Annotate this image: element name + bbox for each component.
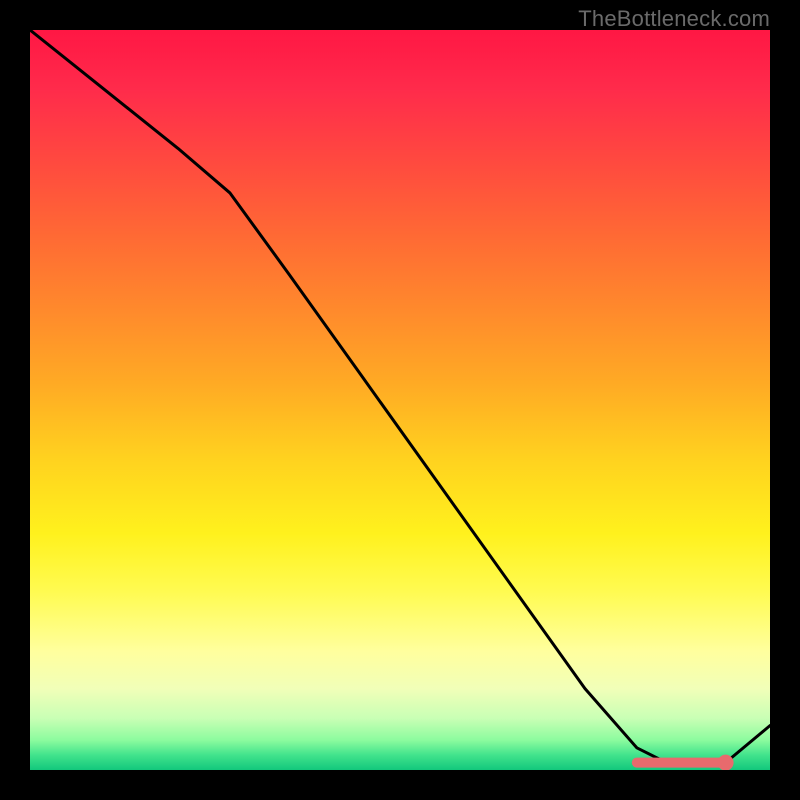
plot-area [30, 30, 770, 770]
chart-svg [30, 30, 770, 770]
optimal-point-marker [718, 755, 734, 770]
bottleneck-curve [30, 30, 770, 763]
chart-frame: TheBottleneck.com [0, 0, 800, 800]
watermark-text: TheBottleneck.com [578, 6, 770, 32]
